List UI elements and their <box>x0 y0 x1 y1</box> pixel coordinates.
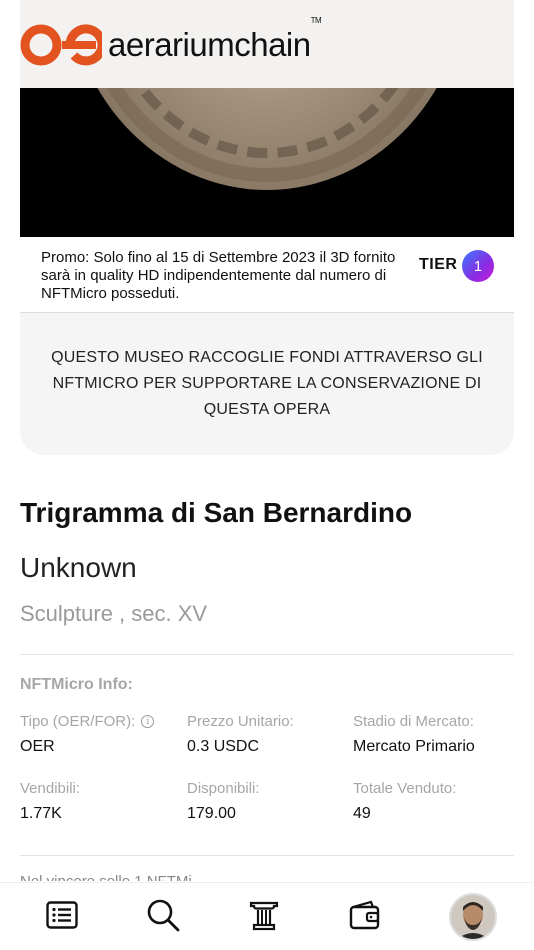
partial-text: Nel vincere sollo 1 NFTMi <box>20 873 320 881</box>
promo-text: Promo: Solo fino al 15 di Settembre 2023… <box>41 249 396 302</box>
divider <box>20 654 514 655</box>
museum-notice-text: QUESTO MUSEO RACCOGLIE FONDI ATTRAVERSO … <box>51 349 483 418</box>
aeraarium-logo-icon <box>20 24 102 66</box>
field-label: Prezzo Unitario: <box>187 713 294 730</box>
field-value: OER <box>20 738 55 755</box>
info-field-available: Disponibili: 179.00 <box>187 780 260 823</box>
profile-photo <box>451 895 495 939</box>
nav-search-button[interactable] <box>145 897 181 933</box>
bottom-nav <box>0 882 534 950</box>
field-label: Disponibili: <box>187 780 260 797</box>
promo-banner: Promo: Solo fino al 15 di Settembre 2023… <box>20 237 514 313</box>
brand-name: aerariumchainTM <box>108 16 322 63</box>
field-label: Tipo (OER/FOR): <box>20 713 136 730</box>
tier-badge[interactable]: 1 <box>462 250 494 282</box>
artwork-category: Sculpture , sec. XV <box>20 601 208 626</box>
field-value: 1.77K <box>20 805 62 822</box>
nav-list-button[interactable] <box>44 897 80 933</box>
info-field-type: Tipo (OER/FOR): i OER <box>20 713 155 756</box>
brand-logo[interactable]: aerariumchainTM <box>20 16 322 68</box>
field-label: Stadio di Mercato: <box>353 713 474 730</box>
field-label: Vendibili: <box>20 780 81 797</box>
field-label: Totale Venduto: <box>353 780 457 797</box>
list-icon <box>46 901 78 929</box>
info-icon[interactable]: i <box>141 715 155 728</box>
artwork-author: Unknown <box>20 552 137 583</box>
tier-label: TIER <box>419 256 458 273</box>
info-field-sellable: Vendibili: 1.77K <box>20 780 80 823</box>
info-field-unit-price: Prezzo Unitario: 0.3 USDC <box>187 713 294 756</box>
search-icon <box>147 899 180 932</box>
divider <box>20 855 514 856</box>
field-value: Mercato Primario <box>353 738 475 755</box>
museum-notice: QUESTO MUSEO RACCOGLIE FONDI ATTRAVERSO … <box>20 313 514 455</box>
avatar[interactable] <box>449 893 497 941</box>
nav-wallet-button[interactable] <box>347 897 383 933</box>
field-value: 179.00 <box>187 805 236 822</box>
field-value: 0.3 USDC <box>187 738 260 755</box>
column-icon <box>249 901 279 931</box>
nftmicro-info-header: NFTMicro Info: <box>20 676 133 693</box>
nav-museum-button[interactable] <box>246 897 282 933</box>
wallet-icon <box>349 900 380 930</box>
field-value: 49 <box>353 805 371 822</box>
info-field-total-sold: Totale Venduto: 49 <box>353 780 456 823</box>
info-field-market-stage: Stadio di Mercato: Mercato Primario <box>353 713 475 756</box>
artwork-title: Trigramma di San Bernardino <box>20 497 413 528</box>
